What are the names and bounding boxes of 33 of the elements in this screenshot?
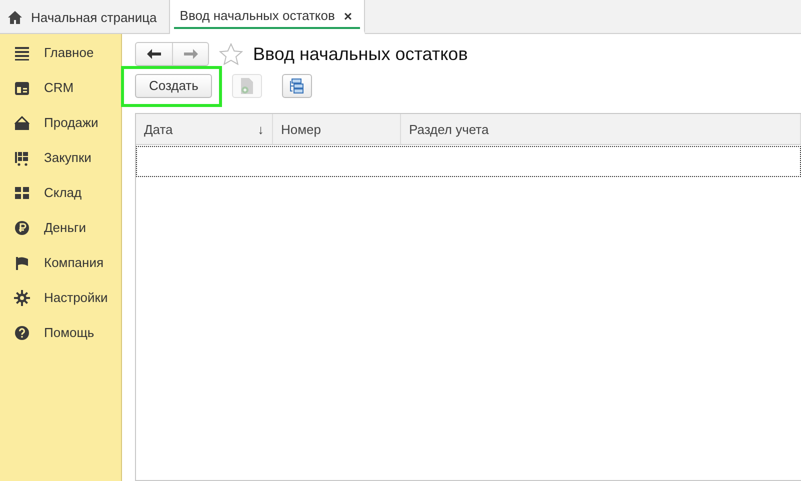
empty-row[interactable]	[136, 146, 801, 177]
arrow-left-icon	[147, 49, 161, 59]
sidebar-item[interactable]: Деньги	[0, 210, 121, 245]
column-header[interactable]: Номер	[273, 114, 401, 144]
card-icon	[14, 80, 30, 96]
sidebar-item[interactable]: Закупки	[0, 140, 121, 175]
grid-icon	[14, 184, 30, 200]
star-icon[interactable]	[219, 42, 243, 66]
sidebar-item[interactable]: CRM	[0, 70, 121, 105]
create-button[interactable]: Создать	[135, 74, 212, 98]
document-add-icon	[240, 78, 254, 94]
gear-icon	[14, 290, 30, 306]
flag-icon	[14, 254, 30, 270]
help-icon	[14, 324, 30, 340]
close-icon[interactable]: ×	[344, 8, 352, 24]
hierarchy-icon	[289, 78, 306, 94]
sidebar-item[interactable]: Настройки	[0, 280, 121, 315]
sidebar-item[interactable]: Главное	[0, 35, 121, 70]
home-icon	[8, 10, 22, 24]
arrow-right-icon	[184, 49, 198, 59]
column-header[interactable]: Раздел учета	[401, 114, 801, 144]
tab[interactable]: Ввод начальных остатков ×	[170, 0, 366, 34]
hierarchy-button[interactable]	[282, 74, 312, 98]
sort-icon: ↓	[258, 122, 264, 136]
column-header[interactable]: Дата ↓	[136, 114, 273, 144]
sidebar-item[interactable]: Компания	[0, 245, 121, 280]
sidebar-item[interactable]: Продажи	[0, 105, 121, 140]
cart-icon	[14, 150, 30, 166]
menu-icon	[14, 44, 30, 60]
sidebar-item[interactable]: Помощь	[0, 315, 121, 350]
ruble-icon	[14, 220, 30, 236]
sidebar-item[interactable]: Склад	[0, 175, 121, 210]
page-title: Ввод начальных остатков	[253, 44, 468, 64]
